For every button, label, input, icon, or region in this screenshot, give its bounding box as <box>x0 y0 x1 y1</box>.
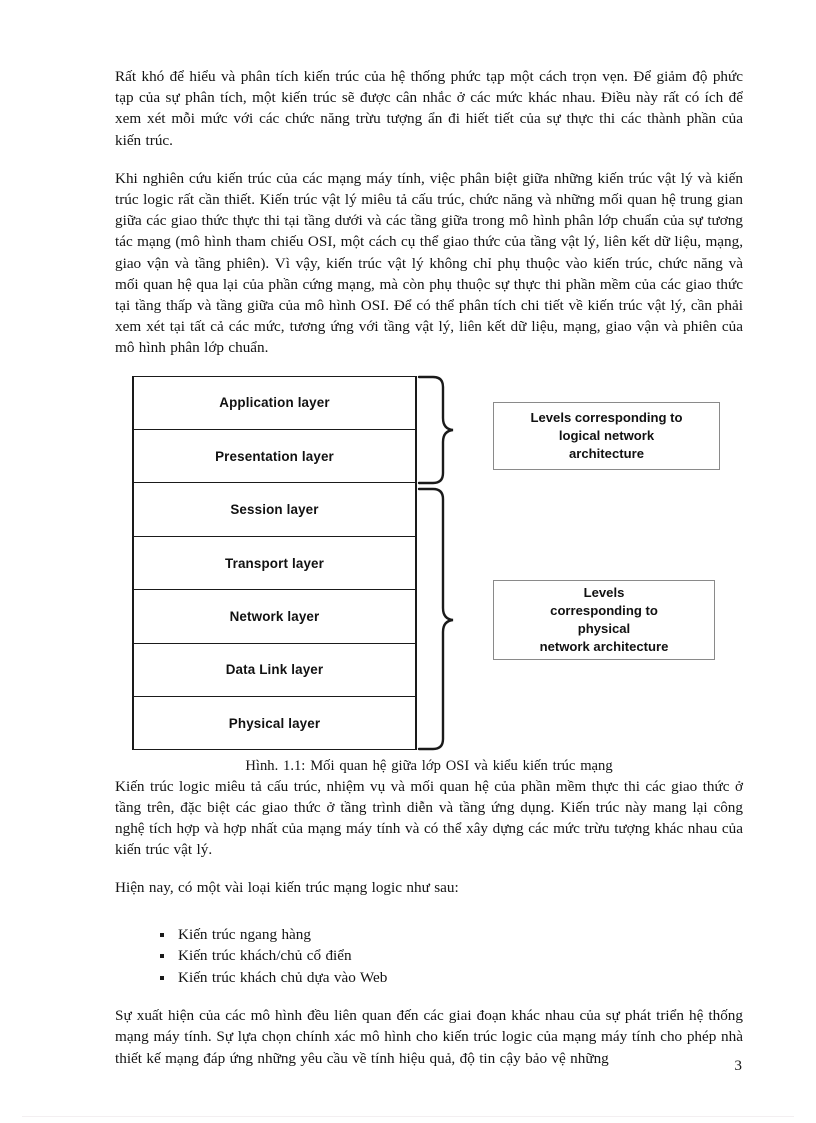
layer-session: Session layer <box>133 483 416 537</box>
figure-1-1: Application layer Presentation layer Ses… <box>115 375 743 776</box>
callout-logical-line-3: architecture <box>569 445 644 461</box>
paragraph-4: Hiện nay, có một vài loại kiến trúc mạng… <box>115 879 459 897</box>
figure-braces <box>417 375 454 750</box>
list-item: Kiến trúc khách chủ dựa vào Web <box>115 968 743 989</box>
paragraph-5: Sự xuất hiện của các mô hình đều liên qu… <box>115 1007 743 1067</box>
layer-network: Network layer <box>133 590 416 644</box>
layer-data-link: Data Link layer <box>133 644 416 698</box>
paragraph-3: Kiến trúc logic miêu tả cấu trúc, nhiệm … <box>115 777 743 859</box>
callout-physical-line-1: Levels <box>583 584 625 600</box>
document-page: Rất khó để hiểu và phân tích kiến trúc c… <box>0 0 816 1123</box>
osi-layer-stack: Application layer Presentation layer Ses… <box>132 375 417 750</box>
callout-physical-architecture: Levels corresponding to physical network… <box>493 579 715 660</box>
layer-physical: Physical layer <box>228 716 321 732</box>
brace-physical-icon <box>417 487 454 750</box>
list-item: Kiến trúc ngang hàng <box>115 925 743 946</box>
layer-presentation: Presentation layer <box>133 430 416 484</box>
callout-logical-line-2: logical network <box>558 427 655 443</box>
brace-logical-icon <box>417 375 454 484</box>
layer-application: Application layer <box>133 377 416 431</box>
callout-logical-architecture: Levels corresponding to logical network … <box>493 401 720 470</box>
layer-transport: Transport layer <box>133 537 416 591</box>
callout-logical-line-1: Levels corresponding to <box>530 409 683 425</box>
callout-physical-line-4: network architecture <box>539 638 669 654</box>
page-content: Rất khó để hiểu và phân tích kiến trúc c… <box>115 66 743 1069</box>
page-number: 3 <box>734 1057 742 1074</box>
bottom-rule <box>22 1116 794 1117</box>
callout-physical-line-2: corresponding to <box>550 602 658 618</box>
architecture-type-list: Kiến trúc ngang hàng Kiến trúc khách/chủ… <box>115 925 743 989</box>
callout-physical-line-3: physical <box>577 620 631 636</box>
paragraph-2: Khi nghiên cứu kiến trúc của các mạng má… <box>115 169 743 357</box>
figure-caption: Hình. 1.1: Mối quan hệ giữa lớp OSI và k… <box>245 757 613 774</box>
list-item: Kiến trúc khách/chủ cổ điển <box>115 946 743 967</box>
paragraph-1: Rất khó để hiểu và phân tích kiến trúc c… <box>115 68 743 149</box>
